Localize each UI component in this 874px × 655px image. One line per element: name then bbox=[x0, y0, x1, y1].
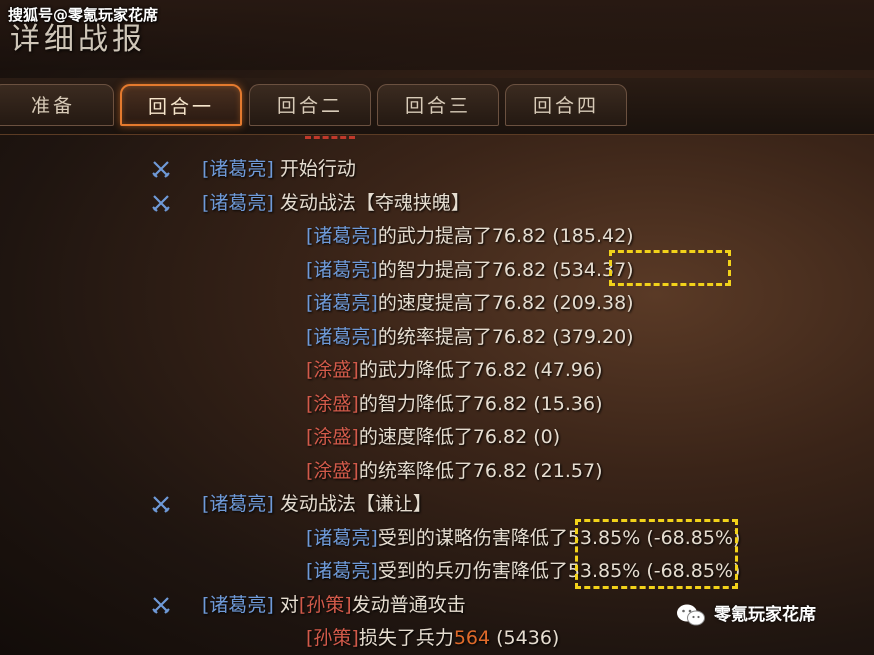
ally-general-name: [诸葛亮] bbox=[306, 292, 378, 314]
log-line: [诸葛亮]的速度提高了76.82 (209.38) bbox=[306, 288, 634, 318]
log-line: [诸葛亮] 发动战法【谦让】 bbox=[202, 489, 432, 519]
log-text: 开始行动 bbox=[273, 158, 356, 180]
tab-round-two[interactable]: 回合二 bbox=[249, 84, 371, 126]
ally-general-name: [诸葛亮] bbox=[202, 191, 274, 214]
log-text: 的智力降低了76.82 (15.36) bbox=[358, 392, 603, 415]
round-tabs: 准备 回合一 回合二 回合三 回合四 bbox=[0, 78, 874, 135]
log-text: 的武力降低了76.82 (47.96) bbox=[358, 359, 603, 381]
tab-prepare[interactable]: 准备 bbox=[0, 84, 114, 126]
ally-general-name: [诸葛亮] bbox=[306, 325, 378, 348]
enemy-general-name: [涂盛] bbox=[306, 459, 359, 482]
crossed-swords-icon bbox=[152, 161, 170, 178]
ally-general-name: [诸葛亮] bbox=[202, 158, 274, 180]
tab-round-one[interactable]: 回合一 bbox=[120, 84, 242, 126]
tab-round-three[interactable]: 回合三 bbox=[377, 84, 499, 126]
watermark-bottom-text: 零氪玩家花席 bbox=[714, 605, 816, 625]
damage-value: 564 bbox=[453, 627, 491, 649]
ally-general-name: [诸葛亮] bbox=[306, 560, 378, 582]
ally-general-name: [诸葛亮] bbox=[306, 526, 378, 549]
log-text: 发动战法【谦让】 bbox=[273, 493, 432, 515]
log-line: [孙策]损失了兵力564 (5436) bbox=[306, 623, 559, 653]
log-text: 对 bbox=[273, 593, 299, 616]
highlight-box-damage-reduction bbox=[575, 519, 738, 589]
log-line: [诸葛亮] 发动战法【夺魂挟魄】 bbox=[202, 188, 470, 218]
wechat-icon bbox=[677, 604, 705, 626]
log-line: [涂盛]的武力降低了76.82 (47.96) bbox=[306, 355, 602, 385]
enemy-general-name: [涂盛] bbox=[306, 392, 359, 415]
log-text: 损失了兵力 bbox=[358, 627, 454, 649]
log-text: 的统率提高了76.82 (379.20) bbox=[377, 325, 634, 348]
crossed-swords-icon bbox=[152, 194, 170, 212]
log-line: [涂盛]的智力降低了76.82 (15.36) bbox=[306, 389, 602, 419]
log-line: [涂盛]的速度降低了76.82 (0) bbox=[306, 422, 560, 452]
watermark-top: 搜狐号@零氪玩家花席 bbox=[8, 6, 159, 24]
log-line: [诸葛亮] 对[孙策]发动普通攻击 bbox=[202, 590, 466, 620]
log-line: [诸葛亮]的武力提高了76.82 (185.42) bbox=[306, 221, 634, 251]
watermark-bottom: 零氪玩家花席 bbox=[676, 598, 816, 632]
log-text: 的武力提高了76.82 (185.42) bbox=[377, 225, 634, 247]
ally-general-name: [诸葛亮] bbox=[202, 493, 274, 515]
log-line: [诸葛亮] 开始行动 bbox=[202, 154, 356, 184]
enemy-general-name: [涂盛] bbox=[306, 359, 359, 381]
highlight-box-intellect bbox=[609, 250, 731, 286]
log-line: [诸葛亮]的统率提高了76.82 (379.20) bbox=[306, 322, 634, 352]
crossed-swords-icon bbox=[152, 496, 170, 513]
ally-general-name: [诸葛亮] bbox=[306, 258, 378, 281]
log-text: (5436) bbox=[490, 627, 560, 649]
log-text: 的速度提高了76.82 (209.38) bbox=[377, 292, 634, 314]
enemy-general-name: [孙策] bbox=[306, 627, 359, 649]
log-text: 发动战法【夺魂挟魄】 bbox=[273, 191, 470, 214]
ally-general-name: [诸葛亮] bbox=[202, 593, 274, 616]
crossed-swords-icon bbox=[152, 596, 170, 614]
log-divider bbox=[305, 136, 355, 143]
enemy-general-name: [涂盛] bbox=[306, 426, 359, 448]
log-text: 的速度降低了76.82 (0) bbox=[358, 426, 561, 448]
log-text: 发动普通攻击 bbox=[351, 593, 466, 616]
enemy-general-name: [孙策] bbox=[298, 593, 352, 616]
log-line: [涂盛]的统率降低了76.82 (21.57) bbox=[306, 456, 602, 486]
tab-round-four[interactable]: 回合四 bbox=[505, 84, 627, 126]
ally-general-name: [诸葛亮] bbox=[306, 225, 378, 247]
log-line: [诸葛亮]的智力提高了76.82 (534.37) bbox=[306, 255, 634, 285]
log-text: 的统率降低了76.82 (21.57) bbox=[358, 459, 603, 482]
log-text: 的智力提高了76.82 (534.37) bbox=[377, 258, 634, 281]
battle-log: [诸葛亮] 开始行动 [诸葛亮] 发动战法【夺魂挟魄】 [诸葛亮]的武力提高了76.… bbox=[0, 136, 874, 655]
